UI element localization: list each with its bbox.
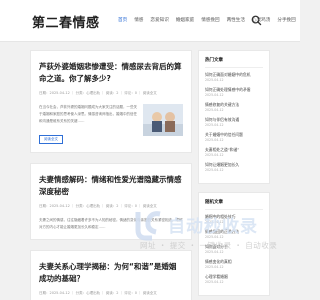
article-meta: 日期：2025-04-12 ｜ 分类：心理出轨 ｜ 阅读：2 ｜ 评论：0 ｜ … xyxy=(39,91,157,95)
list-item: 情感变化的真相 2025-04-12 xyxy=(205,259,263,270)
sidebar-date: 2025-04-12 xyxy=(205,265,224,269)
watermark-text: 自动秒收录 xyxy=(168,217,258,237)
article-title[interactable]: 夫妻情感解码：情绪和性爱光谱隐藏示情感深度秘密 xyxy=(39,174,183,198)
list-item: 夫妻相处之道“和谐” 2025-04-12 xyxy=(205,147,263,158)
watermark-logo-icon xyxy=(135,211,161,241)
nav-item-love[interactable]: 恋爱知识 xyxy=(150,17,168,23)
sidebar-date: 2025-04-12 xyxy=(205,108,224,112)
nav-item-breakup[interactable]: 分手挽回 xyxy=(277,17,295,23)
nav-item-sex[interactable]: 两性生活 xyxy=(227,17,245,23)
sidebar-date: 2025-04-12 xyxy=(205,138,224,142)
sidebar-date: 2025-04-12 xyxy=(205,78,224,82)
nav-item-marriage[interactable]: 婚姻家庭 xyxy=(176,17,194,23)
watermark-subtext: 网址 ・ 提交 ・ 一键收录 ・ 自动收录 xyxy=(140,241,278,250)
list-item: 如何正确面对婚姻中的危机 2025-04-12 xyxy=(205,72,263,83)
sidebar: 热门文章 如何正确面对婚姻中的危机 2025-04-12 如何正确处理情感中的矛盾… xyxy=(198,50,270,300)
article-body: 在当今社会，芦荻外婆的婚姻问题成为大家关注的话题，一些关于婚姻和家庭的思考使人深… xyxy=(39,104,183,144)
list-item: 如何正确处理情感中的矛盾 2025-04-12 xyxy=(205,87,263,98)
nav-item-home[interactable]: 首页 xyxy=(118,17,127,23)
article-list: 芦荻外婆婚姻悲惨遭受：情感尿去背后的算命之道。你了解多少? 日期：2025-04… xyxy=(30,50,192,300)
nav-item-emotion[interactable]: 情感 xyxy=(134,17,143,23)
latest-articles-widget: 热门文章 如何正确面对婚姻中的危机 2025-04-12 如何正确处理情感中的矛盾… xyxy=(198,50,270,184)
article-text: 在当今社会，芦荻外婆的婚姻问题成为大家关注的话题，一些关于婚姻和家庭的思考使人深… xyxy=(39,104,137,144)
sidebar-date: 2025-04-12 xyxy=(205,153,224,157)
search-icon[interactable] xyxy=(251,15,262,26)
main-nav: 首页 情感 恋爱知识 婚姻家庭 情感挽回 两性生活 心灵鸡汤 分手挽回 xyxy=(118,17,296,23)
watermark-overlay: 自动秒收录 网址 ・ 提交 ・ 一键收录 ・ 自动收录 xyxy=(128,208,300,256)
site-header: 第二春情感 首页 情感 恋爱知识 婚姻家庭 情感挽回 两性生活 心灵鸡汤 分手挽… xyxy=(0,0,300,42)
list-item: 心理学看婚姻 2025-04-12 xyxy=(205,274,263,285)
article-meta: 日期：2025-04-12 ｜ 分类：心理出轨 ｜ 阅读：2 ｜ 评论：0 ｜ … xyxy=(39,291,157,295)
list-item: 关于婚姻中的信任问题 2025-04-12 xyxy=(205,132,263,143)
read-more-button[interactable]: 阅读全文 xyxy=(39,135,63,144)
list-item: 如何与伴侣有效沟通 2025-04-12 xyxy=(205,117,263,128)
article-card: 夫妻关系心理学揭秘：为何“和谐”是婚姻成功的基础？ 日期：2025-04-12 … xyxy=(30,250,192,300)
article-title[interactable]: 芦荻外婆婚姻悲惨遭受：情感尿去背后的算命之道。你了解多少? xyxy=(39,61,183,85)
article-excerpt: 在当今社会，芦荻外婆的婚姻问题成为大家关注的话题，一些关于婚姻和家庭的思考使人深… xyxy=(39,105,137,123)
sidebar-date: 2025-04-12 xyxy=(205,123,224,127)
sidebar-date: 2025-04-12 xyxy=(205,93,224,97)
list-item: 如何让婚姻更加长久 2025-04-12 xyxy=(205,162,263,173)
sidebar-date: 2025-04-12 xyxy=(205,280,224,284)
list-item: 情感修复的关键方法 2025-04-12 xyxy=(205,102,263,113)
article-title[interactable]: 夫妻关系心理学揭秘：为何“和谐”是婚姻成功的基础？ xyxy=(39,261,183,285)
article-thumbnail[interactable] xyxy=(143,104,183,136)
article-card: 芦荻外婆婚姻悲惨遭受：情感尿去背后的算命之道。你了解多少? 日期：2025-04… xyxy=(30,50,192,153)
sidebar-date: 2025-04-12 xyxy=(205,168,224,172)
site-brand[interactable]: 第二春情感 xyxy=(32,12,100,31)
widget-title: 热门文章 xyxy=(205,57,263,68)
nav-item-recover[interactable]: 情感挽回 xyxy=(201,17,219,23)
